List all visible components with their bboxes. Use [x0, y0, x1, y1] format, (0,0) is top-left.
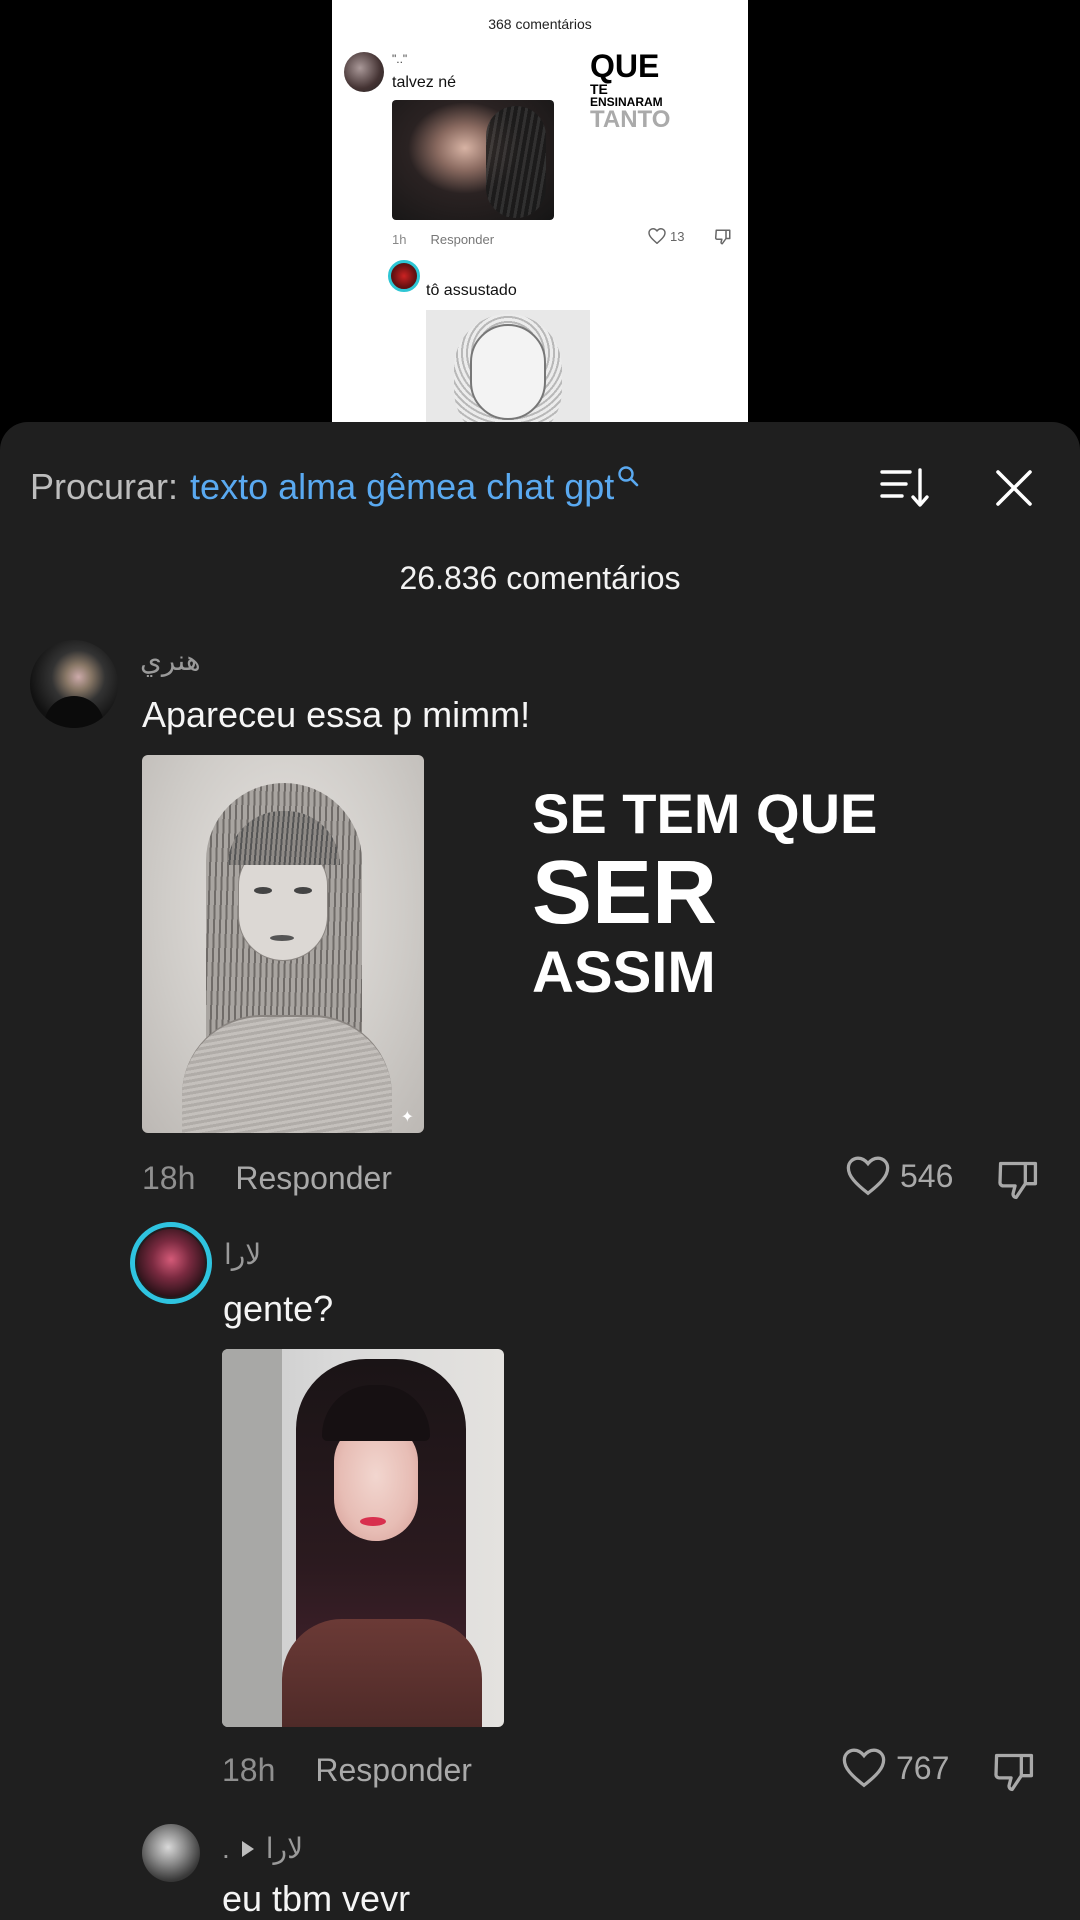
video-player[interactable]: 368 comentários ".." talvez né QUE TE EN…	[0, 0, 1080, 430]
video-comment-text-2: tô assustado	[426, 282, 517, 299]
comment-username: .	[222, 1832, 230, 1864]
reply-to-username: لارا	[265, 1833, 304, 1864]
video-comment-count: 368 comentários	[488, 16, 592, 32]
video-overlay-text: QUE TE ENSINARAM TANTO	[590, 48, 671, 133]
comments-sheet: Procurar: texto alma gêmea chat gpt 26.8…	[0, 422, 1080, 1920]
heart-icon	[648, 228, 666, 244]
play-arrow-icon	[241, 1840, 254, 1857]
video-comment-meta: 1h Responder	[392, 232, 495, 247]
search-prefix-label: Procurar:	[30, 466, 179, 507]
comment-username[interactable]: لارا	[224, 1238, 261, 1271]
comments-count-title: 26.836 comentários	[399, 560, 681, 596]
close-button[interactable]	[994, 466, 1034, 510]
sparkle-icon: ✦	[400, 1109, 414, 1126]
comment-image-photo[interactable]	[222, 1349, 504, 1727]
search-suggestion[interactable]: Procurar: texto alma gêmea chat gpt	[30, 462, 640, 512]
reply-button[interactable]: Responder	[235, 1160, 392, 1197]
like-button[interactable]: 546	[846, 1156, 953, 1196]
comment-username-reply[interactable]: . لارا	[222, 1832, 303, 1865]
avatar[interactable]	[30, 640, 118, 728]
avatar-story-ring[interactable]	[130, 1222, 212, 1304]
video-overlay-caption: SE TEM QUE SER ASSIM	[532, 782, 878, 1005]
video-comment-photo	[392, 100, 554, 220]
dislike-icon	[998, 1161, 1038, 1200]
dislike-button[interactable]	[996, 1158, 1040, 1202]
heart-icon	[842, 1748, 886, 1788]
video-like: 13	[648, 228, 684, 244]
comment-text: Apareceu essa p mimm!	[142, 694, 531, 735]
avatar[interactable]	[142, 1824, 200, 1882]
video-username: ".."	[392, 52, 408, 66]
comment-time: 18h	[222, 1752, 276, 1788]
like-count: 546	[900, 1157, 954, 1194]
video-comment-text: talvez né	[392, 74, 457, 91]
like-count: 767	[896, 1749, 950, 1786]
reply-button[interactable]: Responder	[315, 1752, 472, 1789]
comment-text: gente?	[223, 1288, 334, 1329]
video-sketch-photo	[426, 310, 590, 430]
comment-meta: 18h Responder	[142, 1160, 392, 1197]
comment-username[interactable]: هنري	[140, 644, 201, 677]
search-icon	[618, 466, 639, 487]
comment-image-sketch[interactable]: ✦	[142, 755, 424, 1133]
video-frame-screenshot: 368 comentários ".." talvez né QUE TE EN…	[332, 0, 748, 430]
sort-icon	[880, 468, 929, 507]
comment-time: 18h	[142, 1160, 196, 1196]
comment-text: eu tbm vevr	[222, 1878, 411, 1919]
video-avatar	[344, 52, 384, 92]
search-query-link[interactable]: texto alma gêmea chat gpt	[190, 466, 614, 508]
dislike-icon	[714, 228, 732, 251]
sort-button[interactable]	[878, 466, 930, 510]
close-icon	[996, 470, 1032, 506]
dislike-button[interactable]	[992, 1750, 1036, 1794]
comment-meta: 18h Responder	[222, 1752, 472, 1789]
heart-icon	[846, 1156, 890, 1196]
video-avatar-2	[388, 260, 420, 292]
dislike-icon	[994, 1753, 1034, 1792]
like-button[interactable]: 767	[842, 1748, 949, 1788]
